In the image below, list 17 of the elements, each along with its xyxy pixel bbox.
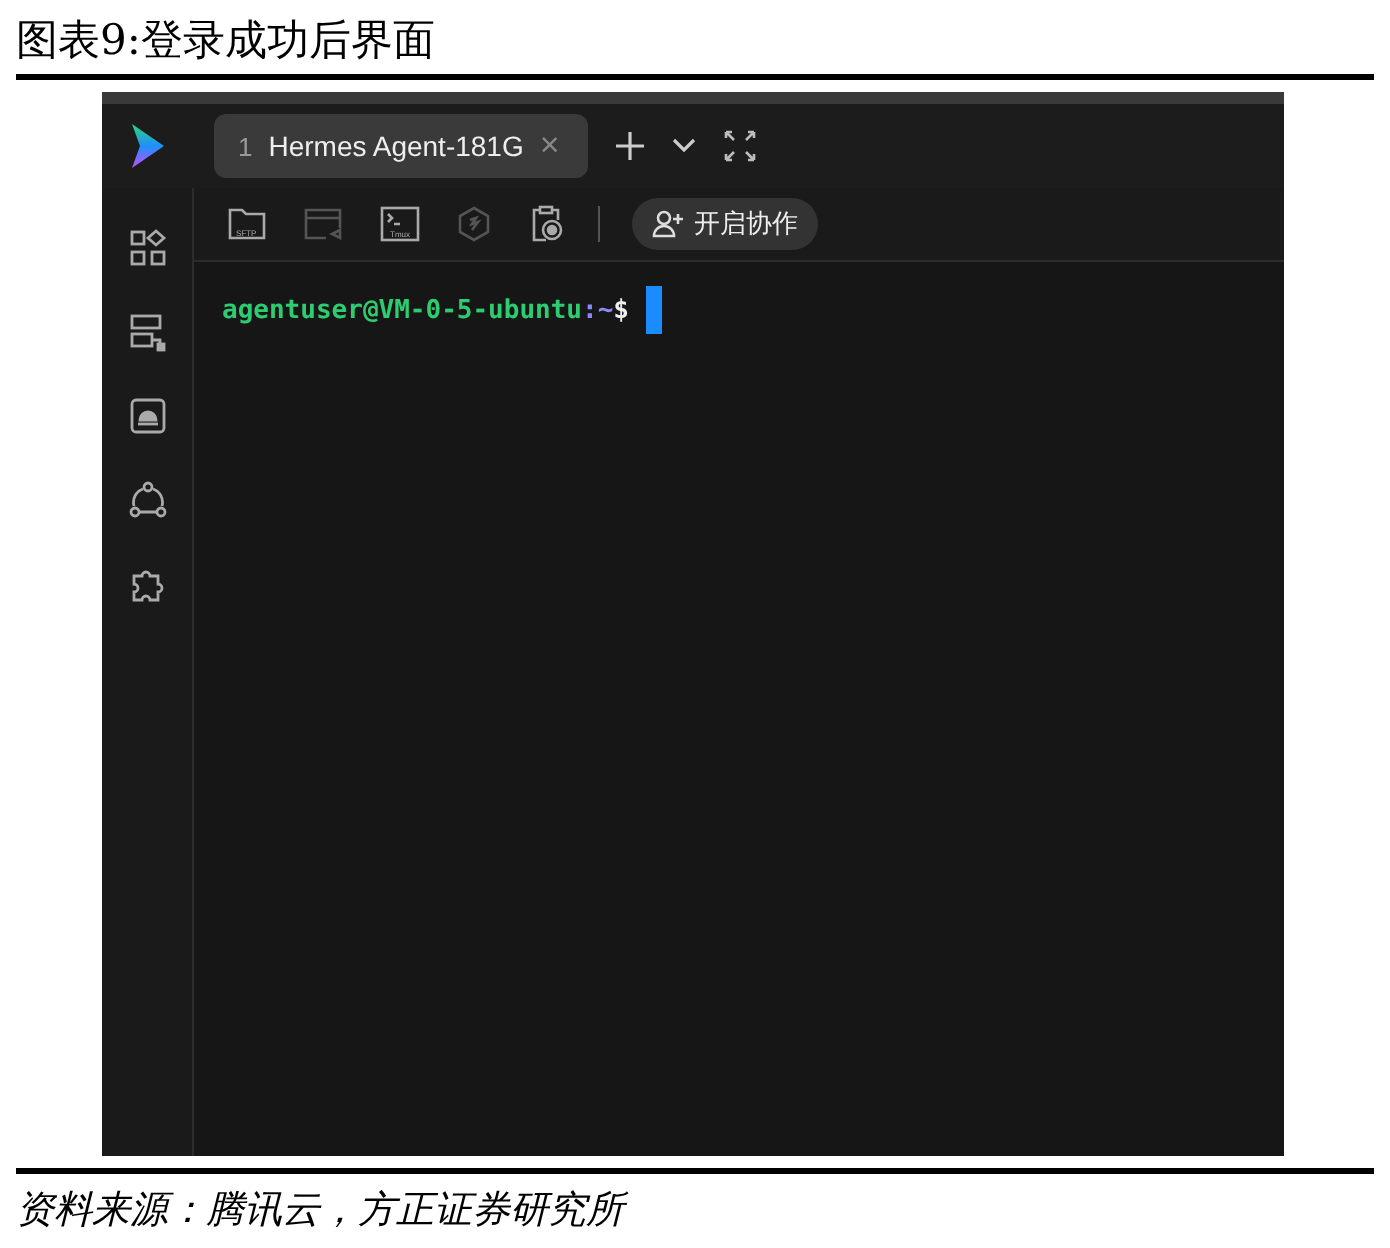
text-cursor	[645, 286, 661, 334]
prompt-user-host: agentuser@VM-0-5-ubuntu	[222, 295, 583, 325]
server-icon[interactable]	[127, 312, 167, 352]
collaborate-button[interactable]: 开启协作	[632, 198, 818, 250]
add-icon[interactable]	[615, 132, 644, 160]
figure-title: 图表9:登录成功后界面	[14, 14, 437, 68]
prompt-path: :~	[582, 295, 614, 325]
apps-icon[interactable]	[127, 228, 167, 268]
add-user-icon	[652, 210, 684, 238]
prompt-symbol: $	[613, 295, 629, 325]
session-tab[interactable]: 1 Hermes Agent-181G ×	[214, 114, 588, 178]
fullscreen-icon[interactable]	[723, 130, 756, 162]
chevron-down-icon[interactable]	[671, 138, 696, 154]
drive-icon[interactable]	[127, 396, 167, 436]
logo-icon	[130, 122, 166, 170]
share-icon[interactable]	[127, 480, 167, 520]
source-note: 资料来源：腾讯云，方正证券研究所	[0, 1174, 1390, 1246]
